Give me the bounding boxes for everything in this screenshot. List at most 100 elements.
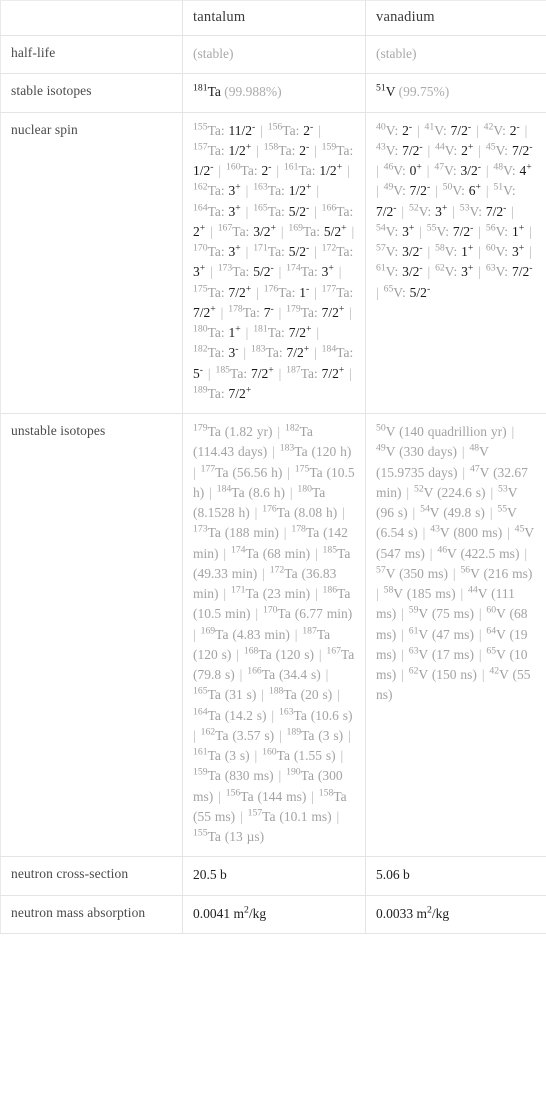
list-separator: | xyxy=(457,444,469,460)
list-separator: | xyxy=(274,264,286,280)
nuclide-entry: 158Ta: 2- xyxy=(263,141,310,158)
nuclide-spin-value: 1+ xyxy=(228,323,241,340)
nuclide-mass-number: 177 xyxy=(200,463,216,474)
nuclide-symbol: V: xyxy=(385,142,403,158)
nuclide-half-life: (120 s) xyxy=(275,646,314,662)
list-separator: | xyxy=(241,244,253,259)
nuclide-half-life: (8.1528 h) xyxy=(193,505,250,520)
nuclide-symbol: V: xyxy=(393,183,410,199)
nuclide-mass-number: 159 xyxy=(321,141,337,153)
nuclide-spin-value: 1- xyxy=(299,283,310,300)
list-separator: | xyxy=(458,464,469,480)
list-separator: | xyxy=(252,284,263,300)
nuclide-mass-number: 158 xyxy=(263,141,279,153)
nuclide-symbol: V: xyxy=(385,122,403,138)
nuclide-mass-number: 170 xyxy=(193,242,208,254)
nuclide-symbol: V: xyxy=(452,183,469,199)
nuclide-half-life: (120 h) xyxy=(311,444,352,460)
list-separator: | xyxy=(520,122,528,138)
list-separator: | xyxy=(272,163,283,178)
nuclide-symbol: V: xyxy=(503,183,516,199)
list-separator: | xyxy=(252,142,263,158)
nuclide-symbol: Ta: xyxy=(207,183,229,199)
list-separator: | xyxy=(307,788,318,804)
nuclide-mass-number: 44 xyxy=(468,584,478,596)
nuclide-symbol: V: xyxy=(469,203,486,219)
nuclide-mass-number: 172 xyxy=(321,242,337,254)
list-separator: | xyxy=(525,223,532,239)
nuclide-symbol: V xyxy=(479,444,489,460)
nuclide-entry: 54V: 3+ xyxy=(376,223,414,239)
nuclide-mass-number: 53 xyxy=(459,202,470,213)
nuclide-entry: 167Ta: 3/2+ xyxy=(218,223,276,239)
nuclide-half-life: (1.55 s) xyxy=(293,748,336,763)
nuclide-symbol: V: xyxy=(385,223,403,239)
nuclide-entry: 50V (140 quadrillion yr) xyxy=(376,423,507,439)
nuclide-mass-number: 165 xyxy=(193,685,208,697)
nuclide-half-life: (75 ms) xyxy=(431,606,474,622)
nuclide-symbol: Ta: xyxy=(207,142,229,158)
nuclide-symbol: Ta: xyxy=(207,122,229,138)
nuclide-symbol: V xyxy=(418,667,432,682)
list-separator: | xyxy=(256,122,267,138)
nuclide-entry: 166Ta (34.4 s) xyxy=(247,665,321,682)
nuclide-mass-number: 49 xyxy=(383,181,394,193)
nuclide-mass-number: 185 xyxy=(215,364,231,375)
nuclide-half-life: (49.8 s) xyxy=(443,505,485,520)
nuclide-symbol: V: xyxy=(493,122,510,138)
nuclide-entry: 162Ta: 3+ xyxy=(193,182,241,199)
list-separator: | xyxy=(232,646,243,662)
unit-tail: /kg xyxy=(431,905,450,921)
nuclide-half-life: (216 ms) xyxy=(483,565,533,581)
table-row-neutron-mass-absorption: neutron mass absorption 0.0041 m2/kg 0.0… xyxy=(0,894,546,934)
nuclide-half-life: (144 ms) xyxy=(257,788,307,804)
nuclide-spin-value: 3+ xyxy=(321,262,334,280)
nuclide-symbol: Ta: xyxy=(278,142,300,158)
nuclide-spin-value: 3+ xyxy=(193,262,206,280)
nuclide-half-life: (49.33 min) xyxy=(193,565,258,581)
nuclide-spin-value: 5/2- xyxy=(409,283,431,300)
nuclide-mass-number: 64 xyxy=(486,625,497,636)
nuclide-spin-value: 5- xyxy=(193,364,203,381)
nuclide-entry: 165Ta (31 s) xyxy=(193,685,256,702)
nuclide-spin-value: 7/2- xyxy=(511,141,533,158)
nuclide-entry: 65V: 5/2- xyxy=(384,283,431,300)
nuclide-mass-number: 49 xyxy=(376,442,386,454)
nuclide-entry: 173Ta (188 min) xyxy=(193,524,279,540)
nuclide-entry: 54V (49.8 s) xyxy=(420,504,485,520)
list-separator: | xyxy=(397,667,408,682)
nuclide-symbol: V: xyxy=(495,244,512,259)
value-number: 0.0041 m xyxy=(193,905,245,921)
nuclide-mass-number: 161 xyxy=(193,746,208,758)
list-separator: | xyxy=(219,545,230,561)
nuclide-half-life: (47 ms) xyxy=(431,626,474,642)
list-separator: | xyxy=(336,748,344,763)
nuclide-spin-value: 1/2- xyxy=(193,161,214,178)
nuclide-mass-number: 181 xyxy=(253,323,268,335)
list-separator: | xyxy=(422,163,434,178)
row-label-neutron-mass-absorption: neutron mass absorption xyxy=(0,894,183,934)
list-separator: | xyxy=(474,142,485,158)
nuclide-spin-value: 7/2+ xyxy=(286,343,310,361)
nuclide-spin-value: 3+ xyxy=(228,242,241,259)
nuclide-mass-number: 155 xyxy=(193,121,208,132)
nuclide-mass-number: 180 xyxy=(297,483,312,495)
nuclide-symbol: Ta xyxy=(283,687,301,703)
nuclide-symbol: V xyxy=(385,424,400,439)
nuclide-mass-number: 63 xyxy=(485,262,496,274)
nuclide-entry: 176Ta (8.08 h) xyxy=(262,504,337,520)
list-separator: | xyxy=(312,183,320,199)
list-separator: | xyxy=(474,606,486,622)
row-label-nuclear-spin: nuclear spin xyxy=(0,111,183,414)
nuclide-entry: 155Ta (13 µs) xyxy=(193,828,264,844)
nuclide-mass-number: 40 xyxy=(376,121,386,132)
nuclide-symbol: Ta xyxy=(261,667,279,682)
nuclide-half-life: (10.1 ms) xyxy=(279,808,332,824)
nuclide-spin-value: 7/2+ xyxy=(228,384,252,401)
nuclide-mass-number: 166 xyxy=(247,665,262,677)
nuclide-parity-sign: + xyxy=(268,364,274,375)
nuclide-symbol: Ta: xyxy=(240,163,262,178)
nuclide-mass-number: 168 xyxy=(243,645,259,657)
list-separator: | xyxy=(285,484,297,500)
nuclide-spin-value: 7/2+ xyxy=(193,303,216,320)
